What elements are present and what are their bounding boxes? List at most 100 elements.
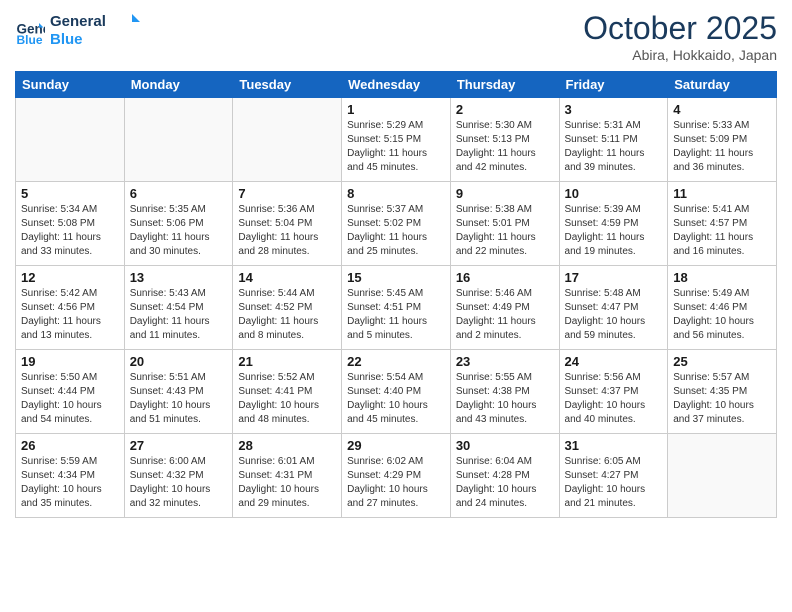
calendar-cell: 1 Sunrise: 5:29 AM Sunset: 5:15 PM Daylig…	[342, 98, 451, 182]
day-number: 10	[565, 186, 663, 201]
calendar-cell	[16, 98, 125, 182]
calendar-cell: 3 Sunrise: 5:31 AM Sunset: 5:11 PM Daylig…	[559, 98, 668, 182]
day-info: Sunrise: 5:30 AM Sunset: 5:13 PM Dayligh…	[456, 119, 554, 175]
col-sunday: Sunday	[16, 72, 125, 98]
logo: General Blue General Blue	[15, 10, 140, 53]
day-number: 9	[456, 186, 554, 201]
calendar-header-row: Sunday Monday Tuesday Wednesday Thursday…	[16, 72, 777, 98]
calendar-cell: 24 Sunrise: 5:56 AM Sunset: 4:37 PM Dayli…	[559, 350, 668, 434]
day-number: 20	[130, 354, 228, 369]
day-info: Sunrise: 5:31 AM Sunset: 5:11 PM Dayligh…	[565, 119, 663, 175]
calendar-week-4: 26 Sunrise: 5:59 AM Sunset: 4:34 PM Dayli…	[16, 434, 777, 518]
logo-svg: General Blue	[50, 10, 140, 48]
day-number: 16	[456, 270, 554, 285]
calendar-cell: 23 Sunrise: 5:55 AM Sunset: 4:38 PM Dayli…	[450, 350, 559, 434]
day-number: 12	[21, 270, 119, 285]
day-number: 2	[456, 102, 554, 117]
day-number: 31	[565, 438, 663, 453]
calendar-cell: 30Sunrise: 6:04 AM Sunset: 4:28 PM Dayli…	[450, 434, 559, 518]
calendar-cell: 6 Sunrise: 5:35 AM Sunset: 5:06 PM Daylig…	[124, 182, 233, 266]
month-title: October 2025	[583, 10, 777, 47]
title-block: October 2025 Abira, Hokkaido, Japan	[583, 10, 777, 63]
calendar-table: Sunday Monday Tuesday Wednesday Thursday…	[15, 71, 777, 518]
day-info: Sunrise: 5:54 AM Sunset: 4:40 PM Dayligh…	[347, 371, 445, 427]
col-saturday: Saturday	[668, 72, 777, 98]
day-info: Sunrise: 5:46 AM Sunset: 4:49 PM Dayligh…	[456, 287, 554, 343]
day-info: Sunrise: 5:37 AM Sunset: 5:02 PM Dayligh…	[347, 203, 445, 259]
calendar-cell: 15 Sunrise: 5:45 AM Sunset: 4:51 PM Dayli…	[342, 266, 451, 350]
day-info: Sunrise: 5:51 AM Sunset: 4:43 PM Dayligh…	[130, 371, 228, 427]
calendar-cell: 26 Sunrise: 5:59 AM Sunset: 4:34 PM Dayli…	[16, 434, 125, 518]
header: General Blue General Blue October 2025 A…	[15, 10, 777, 63]
calendar-cell: 5 Sunrise: 5:34 AM Sunset: 5:08 PM Daylig…	[16, 182, 125, 266]
day-number: 27	[130, 438, 228, 453]
calendar-cell: 31 Sunrise: 6:05 AM Sunset: 4:27 PM Dayli…	[559, 434, 668, 518]
day-number: 22	[347, 354, 445, 369]
logo-icon: General Blue	[15, 17, 45, 47]
day-info: Sunrise: 5:57 AM Sunset: 4:35 PM Dayligh…	[673, 371, 771, 427]
day-info: Sunrise: 6:02 AM Sunset: 4:29 PM Dayligh…	[347, 455, 445, 511]
day-info: Sunrise: 5:59 AM Sunset: 4:34 PM Dayligh…	[21, 455, 119, 511]
calendar-cell: 4Sunrise: 5:33 AM Sunset: 5:09 PM Daylig…	[668, 98, 777, 182]
col-thursday: Thursday	[450, 72, 559, 98]
day-info: Sunrise: 5:55 AM Sunset: 4:38 PM Dayligh…	[456, 371, 554, 427]
day-number: 14	[238, 270, 336, 285]
day-info: Sunrise: 6:05 AM Sunset: 4:27 PM Dayligh…	[565, 455, 663, 511]
day-info: Sunrise: 5:34 AM Sunset: 5:08 PM Dayligh…	[21, 203, 119, 259]
day-number: 15	[347, 270, 445, 285]
day-number: 7	[238, 186, 336, 201]
calendar-cell	[124, 98, 233, 182]
day-info: Sunrise: 5:44 AM Sunset: 4:52 PM Dayligh…	[238, 287, 336, 343]
day-info: Sunrise: 5:41 AM Sunset: 4:57 PM Dayligh…	[673, 203, 771, 259]
day-info: Sunrise: 5:49 AM Sunset: 4:46 PM Dayligh…	[673, 287, 771, 343]
calendar-cell: 21 Sunrise: 5:52 AM Sunset: 4:41 PM Dayli…	[233, 350, 342, 434]
day-info: Sunrise: 5:56 AM Sunset: 4:37 PM Dayligh…	[565, 371, 663, 427]
day-number: 21	[238, 354, 336, 369]
day-info: Sunrise: 5:38 AM Sunset: 5:01 PM Dayligh…	[456, 203, 554, 259]
calendar-cell: 14 Sunrise: 5:44 AM Sunset: 4:52 PM Dayli…	[233, 266, 342, 350]
day-info: Sunrise: 5:50 AM Sunset: 4:44 PM Dayligh…	[21, 371, 119, 427]
col-wednesday: Wednesday	[342, 72, 451, 98]
calendar-cell: 17 Sunrise: 5:48 AM Sunset: 4:47 PM Dayli…	[559, 266, 668, 350]
day-number: 28	[238, 438, 336, 453]
day-info: Sunrise: 5:42 AM Sunset: 4:56 PM Dayligh…	[21, 287, 119, 343]
day-number: 26	[21, 438, 119, 453]
day-info: Sunrise: 6:04 AM Sunset: 4:28 PM Dayligh…	[456, 455, 554, 511]
day-number: 5	[21, 186, 119, 201]
day-number: 17	[565, 270, 663, 285]
calendar-cell: 9 Sunrise: 5:38 AM Sunset: 5:01 PM Daylig…	[450, 182, 559, 266]
calendar-cell	[233, 98, 342, 182]
day-number: 3	[565, 102, 663, 117]
day-info: Sunrise: 5:52 AM Sunset: 4:41 PM Dayligh…	[238, 371, 336, 427]
day-info: Sunrise: 5:43 AM Sunset: 4:54 PM Dayligh…	[130, 287, 228, 343]
calendar-cell: 18Sunrise: 5:49 AM Sunset: 4:46 PM Dayli…	[668, 266, 777, 350]
day-info: Sunrise: 6:01 AM Sunset: 4:31 PM Dayligh…	[238, 455, 336, 511]
col-friday: Friday	[559, 72, 668, 98]
calendar-cell	[668, 434, 777, 518]
day-info: Sunrise: 5:35 AM Sunset: 5:06 PM Dayligh…	[130, 203, 228, 259]
calendar-week-2: 12 Sunrise: 5:42 AM Sunset: 4:56 PM Dayli…	[16, 266, 777, 350]
calendar-body: 1 Sunrise: 5:29 AM Sunset: 5:15 PM Daylig…	[16, 98, 777, 518]
day-info: Sunrise: 5:29 AM Sunset: 5:15 PM Dayligh…	[347, 119, 445, 175]
day-info: Sunrise: 5:48 AM Sunset: 4:47 PM Dayligh…	[565, 287, 663, 343]
calendar-cell: 13Sunrise: 5:43 AM Sunset: 4:54 PM Dayli…	[124, 266, 233, 350]
day-number: 29	[347, 438, 445, 453]
day-number: 1	[347, 102, 445, 117]
day-number: 23	[456, 354, 554, 369]
svg-text:Blue: Blue	[50, 31, 83, 48]
svg-text:Blue: Blue	[17, 33, 43, 47]
day-info: Sunrise: 5:45 AM Sunset: 4:51 PM Dayligh…	[347, 287, 445, 343]
calendar-cell: 11 Sunrise: 5:41 AM Sunset: 4:57 PM Dayli…	[668, 182, 777, 266]
day-number: 11	[673, 186, 771, 201]
calendar-cell: 12 Sunrise: 5:42 AM Sunset: 4:56 PM Dayli…	[16, 266, 125, 350]
day-number: 24	[565, 354, 663, 369]
col-monday: Monday	[124, 72, 233, 98]
calendar-week-1: 5 Sunrise: 5:34 AM Sunset: 5:08 PM Daylig…	[16, 182, 777, 266]
day-number: 6	[130, 186, 228, 201]
day-info: Sunrise: 5:39 AM Sunset: 4:59 PM Dayligh…	[565, 203, 663, 259]
svg-text:General: General	[50, 13, 106, 30]
location: Abira, Hokkaido, Japan	[583, 47, 777, 63]
calendar-cell: 28 Sunrise: 6:01 AM Sunset: 4:31 PM Dayli…	[233, 434, 342, 518]
calendar-week-0: 1 Sunrise: 5:29 AM Sunset: 5:15 PM Daylig…	[16, 98, 777, 182]
day-number: 8	[347, 186, 445, 201]
